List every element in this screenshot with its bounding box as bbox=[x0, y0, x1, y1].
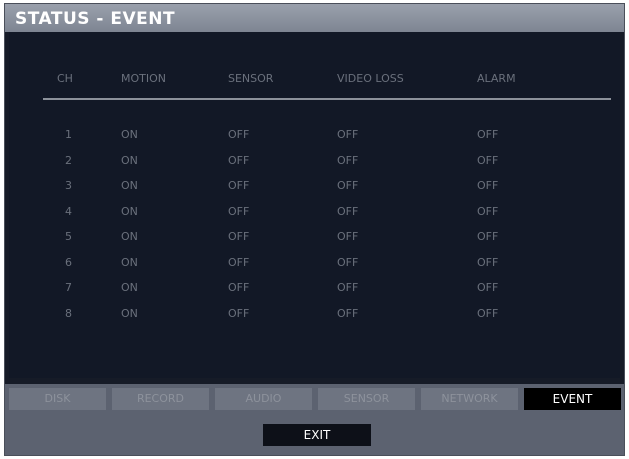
window-title: STATUS - EVENT bbox=[15, 9, 176, 29]
cell-video-loss: OFF bbox=[337, 179, 359, 192]
header-sensor: SENSOR bbox=[228, 72, 274, 85]
cell-motion: ON bbox=[121, 204, 138, 218]
status-event-window: STATUS - EVENT CH MOTION SENSOR VIDEO LO… bbox=[4, 3, 625, 456]
cell-sensor: OFF bbox=[228, 306, 250, 320]
cell-video-loss: OFF bbox=[337, 306, 359, 320]
cell-ch: 2 bbox=[65, 153, 72, 167]
event-status-panel: CH MOTION SENSOR VIDEO LOSS ALARM 1 ON OFF… bbox=[9, 32, 620, 378]
cell-alarm: OFF bbox=[477, 306, 499, 320]
table-row: 4 ON OFF OFF OFF bbox=[9, 205, 620, 221]
cell-motion: ON bbox=[121, 255, 138, 269]
cell-ch: 7 bbox=[65, 281, 72, 294]
cell-motion: ON bbox=[121, 306, 138, 320]
header-motion: MOTION bbox=[121, 72, 166, 85]
tab-network[interactable]: NETWORK bbox=[421, 388, 518, 410]
cell-ch: 8 bbox=[65, 306, 72, 320]
cell-motion: ON bbox=[121, 281, 138, 294]
table-row: 2 ON OFF OFF OFF bbox=[9, 154, 620, 170]
cell-ch: 3 bbox=[65, 179, 72, 192]
tab-disk[interactable]: DISK bbox=[9, 388, 106, 410]
header-alarm: ALARM bbox=[477, 72, 516, 85]
table-row: 1 ON OFF OFF OFF bbox=[9, 128, 620, 144]
cell-sensor: OFF bbox=[228, 153, 250, 167]
tab-event[interactable]: EVENT bbox=[524, 388, 621, 410]
cell-motion: ON bbox=[121, 153, 138, 167]
cell-sensor: OFF bbox=[228, 128, 250, 141]
cell-alarm: OFF bbox=[477, 230, 499, 243]
exit-button[interactable]: EXIT bbox=[263, 424, 371, 446]
tab-sensor[interactable]: SENSOR bbox=[318, 388, 415, 410]
cell-video-loss: OFF bbox=[337, 128, 359, 141]
cell-video-loss: OFF bbox=[337, 153, 359, 167]
header-divider bbox=[43, 98, 611, 100]
tab-record[interactable]: RECORD bbox=[112, 388, 209, 410]
table-row: 7 ON OFF OFF OFF bbox=[9, 281, 620, 297]
table-row: 8 ON OFF OFF OFF bbox=[9, 307, 620, 323]
cell-ch: 5 bbox=[65, 230, 72, 243]
header-ch: CH bbox=[57, 72, 73, 85]
cell-motion: ON bbox=[121, 230, 138, 243]
header-video-loss: VIDEO LOSS bbox=[337, 72, 404, 85]
cell-sensor: OFF bbox=[228, 230, 250, 243]
cell-ch: 1 bbox=[65, 128, 72, 141]
cell-video-loss: OFF bbox=[337, 204, 359, 218]
title-bar: STATUS - EVENT bbox=[5, 4, 624, 32]
table-row: 6 ON OFF OFF OFF bbox=[9, 256, 620, 272]
cell-alarm: OFF bbox=[477, 281, 499, 294]
table-row: 5 ON OFF OFF OFF bbox=[9, 230, 620, 246]
cell-ch: 6 bbox=[65, 255, 72, 269]
table-row: 3 ON OFF OFF OFF bbox=[9, 179, 620, 195]
tab-bar: DISK RECORD AUDIO SENSOR NETWORK EVENT bbox=[5, 384, 624, 414]
table-header: CH MOTION SENSOR VIDEO LOSS ALARM bbox=[9, 72, 620, 88]
cell-alarm: OFF bbox=[477, 255, 499, 269]
tab-audio[interactable]: AUDIO bbox=[215, 388, 312, 410]
footer-bar: EXIT bbox=[5, 414, 624, 455]
cell-motion: ON bbox=[121, 179, 138, 192]
cell-alarm: OFF bbox=[477, 179, 499, 192]
cell-ch: 4 bbox=[65, 204, 72, 218]
cell-sensor: OFF bbox=[228, 204, 250, 218]
cell-alarm: OFF bbox=[477, 153, 499, 167]
cell-video-loss: OFF bbox=[337, 230, 359, 243]
cell-sensor: OFF bbox=[228, 255, 250, 269]
cell-alarm: OFF bbox=[477, 128, 499, 141]
cell-motion: ON bbox=[121, 128, 138, 141]
cell-sensor: OFF bbox=[228, 281, 250, 294]
cell-alarm: OFF bbox=[477, 204, 499, 218]
cell-sensor: OFF bbox=[228, 179, 250, 192]
cell-video-loss: OFF bbox=[337, 255, 359, 269]
cell-video-loss: OFF bbox=[337, 281, 359, 294]
